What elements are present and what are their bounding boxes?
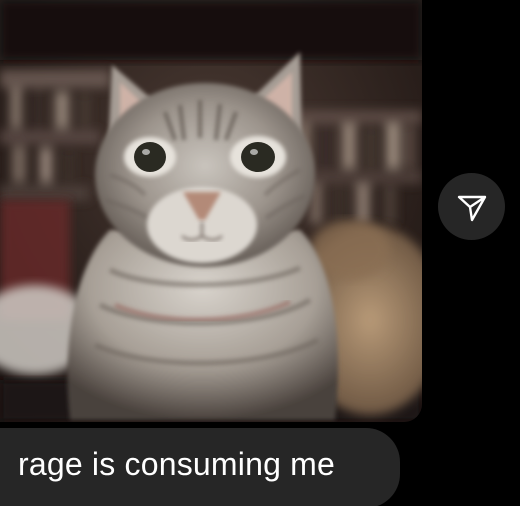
image-message[interactable]: [0, 0, 422, 422]
text-message[interactable]: rage is consuming me: [0, 428, 400, 506]
chat-thread: rage is consuming me: [0, 0, 520, 506]
message-text: rage is consuming me: [18, 445, 336, 482]
cat-photo: [0, 0, 422, 422]
send-arrow-icon: [457, 195, 486, 221]
share-button[interactable]: [438, 173, 505, 240]
